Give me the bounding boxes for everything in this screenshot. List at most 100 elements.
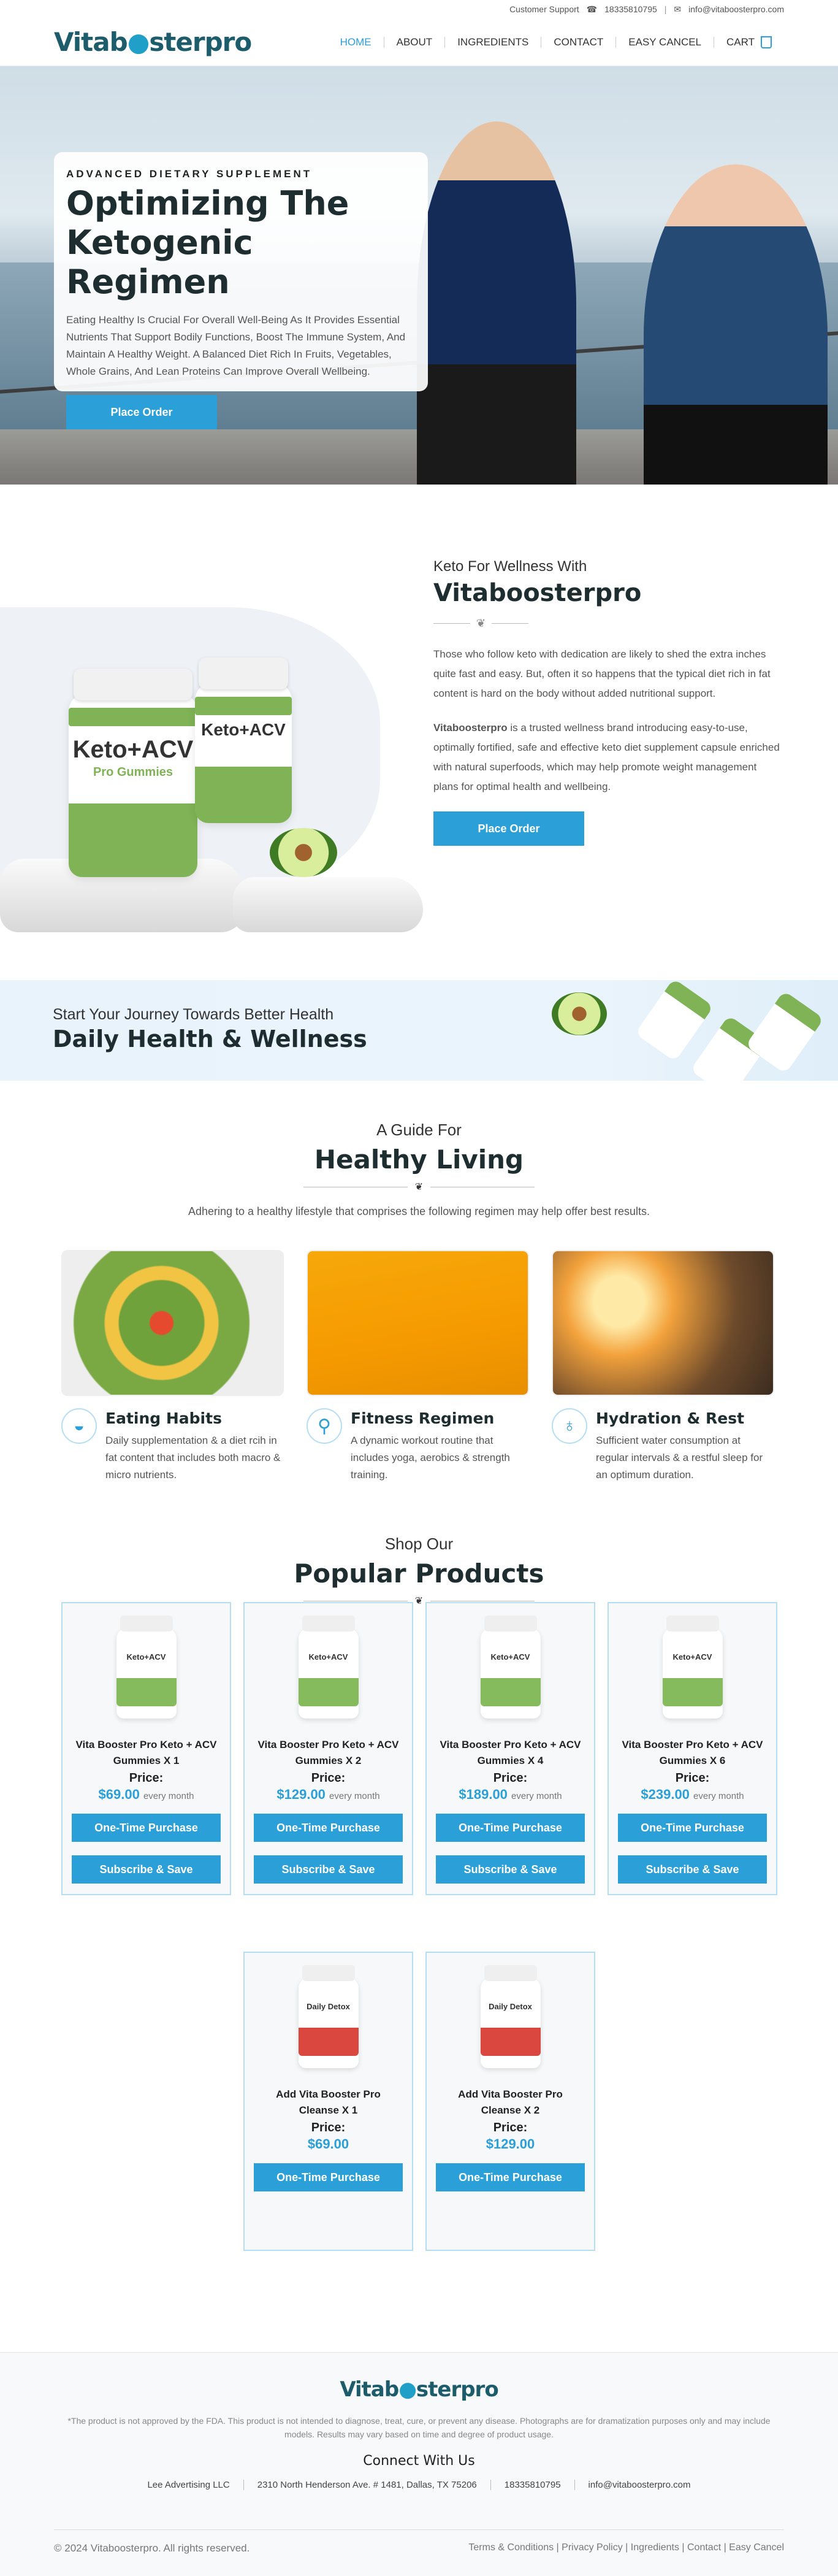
nav-ingredients[interactable]: INGREDIENTS [445,36,541,48]
bowl-icon: ◒ [61,1408,97,1444]
product-card: Keto+ACV Vita Booster Pro Keto + ACV Gum… [425,1602,595,1895]
avocado-image [270,828,337,877]
banner-line2: Daily Health & Wellness [53,1025,367,1052]
card-text: Daily supplementation & a diet rcih in f… [105,1435,281,1481]
nav-menu: HOME ABOUT INGREDIENTS CONTACT EASY CANC… [328,36,784,48]
one-time-purchase-button[interactable]: One-Time Purchase [254,1814,403,1842]
subscribe-save-button[interactable]: Subscribe & Save [72,1855,221,1884]
product-price: $189.00 every month [459,1787,562,1802]
product-price: $69.00 every month [98,1787,194,1802]
hero-section: ADVANCED DIETARY SUPPLEMENT Optimizing T… [0,66,838,485]
healthy-living-section: A Guide For Healthy Living ❦ Adhering to… [0,1081,838,1516]
subscribe-save-button[interactable]: Subscribe & Save [436,1855,585,1884]
nav-easy-cancel[interactable]: EASY CANCEL [616,36,714,48]
leaf-icon: ❦ [414,1182,424,1192]
nav-about[interactable]: ABOUT [384,36,445,48]
guide-cards: ◒ Eating Habits Daily supplementation & a… [61,1250,774,1484]
footer: Vitab●sterpro *The product is not approv… [0,2352,838,2576]
footer-logo[interactable]: Vitab●sterpro [340,2377,498,2402]
footer-links[interactable]: Terms & Conditions | Privacy Policy | In… [468,2542,784,2555]
footer-contacts: Lee Advertising LLC 2310 North Henderson… [0,2480,838,2490]
card-title: Hydration & Rest [596,1409,745,1427]
keto-subtitle: Keto For Wellness With [433,558,587,575]
one-time-purchase-button[interactable]: One-Time Purchase [436,1814,585,1842]
guide-card-eating: ◒ Eating Habits Daily supplementation & a… [61,1250,284,1484]
logo[interactable]: Vitab●sterpro [54,27,252,57]
one-time-purchase-button[interactable]: One-Time Purchase [254,2163,403,2191]
subscribe-save-button[interactable]: Subscribe & Save [254,1855,403,1884]
fda-disclaimer: *The product is not approved by the FDA.… [67,2416,771,2439]
product-card: Keto+ACV Vita Booster Pro Keto + ACV Gum… [243,1602,413,1895]
guide-card-hydration: ♁ Hydration & Rest Sufficient water consu… [552,1250,774,1484]
price-label: Price: [493,1771,528,1785]
product-name[interactable]: Vita Booster Pro Keto + ACV Gummies X 1 [74,1737,219,1769]
shop-subtitle: Shop Our [384,1535,454,1553]
product-name[interactable]: Add Vita Booster Pro Cleanse X 1 [256,2087,401,2118]
salad-image [61,1250,284,1396]
product-card: Keto+ACV Vita Booster Pro Keto + ACV Gum… [608,1602,777,1895]
banner-line1: Start Your Journey Towards Better Health [53,1006,334,1023]
product-price: $69.00 [307,2136,349,2152]
support-phone[interactable]: 18335810795 [604,4,657,14]
connect-heading: Connect With Us [363,2453,475,2469]
keto-paragraph-1: Those who follow keto with dedication ar… [433,648,771,699]
email-icon: ✉ [674,4,682,14]
price-label: Price: [311,2121,346,2134]
divider: | [664,4,667,14]
hero-kicker: ADVANCED DIETARY SUPPLEMENT [66,168,313,180]
product-card: Keto+ACV Vita Booster Pro Keto + ACV Gum… [61,1602,231,1895]
guide-subtitle: A Guide For [376,1121,462,1139]
nav-cart[interactable]: CART [714,36,784,48]
product-name[interactable]: Vita Booster Pro Keto + ACV Gummies X 2 [256,1737,401,1769]
guide-card-fitness: ⚲ Fitness Regimen A dynamic workout routi… [307,1250,529,1484]
support-label: Customer Support [509,4,579,14]
product-bottle-image: Keto+ACV [298,1616,359,1719]
product-card: Daily Detox Add Vita Booster Pro Cleanse… [243,1952,413,2251]
product-bottle-image: Daily Detox [480,1965,541,2068]
wellness-banner: Start Your Journey Towards Better Health… [0,980,838,1081]
leaf-divider: ❦ [0,1181,838,1193]
one-time-purchase-button[interactable]: One-Time Purchase [618,1814,767,1842]
card-text: Sufficient water consumption at regular … [596,1435,763,1481]
hero-place-order-button[interactable]: Place Order [66,395,217,429]
hydration-icon: ♁ [552,1408,587,1444]
support-email[interactable]: info@vitaboosterpro.com [688,4,784,14]
shop-title: Popular Products [294,1558,544,1589]
card-title: Fitness Regimen [351,1409,495,1427]
keto-section: Keto+ACV Pro Gummies Keto+ACV Keto For W… [0,485,838,980]
footer-bottom: © 2024 Vitaboosterpro. All rights reserv… [54,2529,784,2555]
product-price: $129.00 [486,2136,535,2152]
product-name[interactable]: Add Vita Booster Pro Cleanse X 2 [438,2087,583,2118]
keto-place-order-button[interactable]: Place Order [433,811,584,846]
nav-home[interactable]: HOME [328,36,384,48]
guide-intro: Adhering to a healthy lifestyle that com… [188,1205,650,1217]
footer-email[interactable]: info@vitaboosterpro.com [575,2480,704,2490]
hero-body: Eating Healthy Is Crucial For Overall We… [66,314,406,377]
leaf-icon: ❦ [414,1596,424,1606]
subscribe-save-button[interactable]: Subscribe & Save [618,1855,767,1884]
price-label: Price: [493,2121,528,2134]
leaf-divider: ❦ [433,617,783,630]
banner-product-jar [634,980,714,1062]
one-time-purchase-button[interactable]: One-Time Purchase [72,1814,221,1842]
product-bottle-image: Keto+ACV [662,1616,723,1719]
guide-title: Healthy Living [314,1144,524,1175]
product-card: Daily Detox Add Vita Booster Pro Cleanse… [425,1952,595,2251]
product-bottle-image: Keto+ACV [480,1616,541,1719]
hydration-image [552,1250,774,1396]
main-nav: Vitab●sterpro HOME ABOUT INGREDIENTS CON… [0,18,838,66]
product-name[interactable]: Vita Booster Pro Keto + ACV Gummies X 4 [438,1737,583,1769]
footer-phone[interactable]: 18335810795 [491,2480,575,2490]
keto-title: Vitaboosterpro [433,579,642,607]
product-name[interactable]: Vita Booster Pro Keto + ACV Gummies X 6 [620,1737,765,1769]
one-time-purchase-button[interactable]: One-Time Purchase [436,2163,585,2191]
fitness-icon: ⚲ [307,1408,342,1444]
price-label: Price: [675,1771,710,1785]
nav-contact[interactable]: CONTACT [541,36,615,48]
phone-icon: ☎ [586,4,598,14]
product-bottle-image: Keto+ACV [116,1616,177,1719]
card-title: Eating Habits [105,1409,222,1427]
price-label: Price: [129,1771,164,1785]
product-jar: Keto+ACV Pro Gummies [69,669,197,877]
product-price: $129.00 every month [276,1787,380,1802]
